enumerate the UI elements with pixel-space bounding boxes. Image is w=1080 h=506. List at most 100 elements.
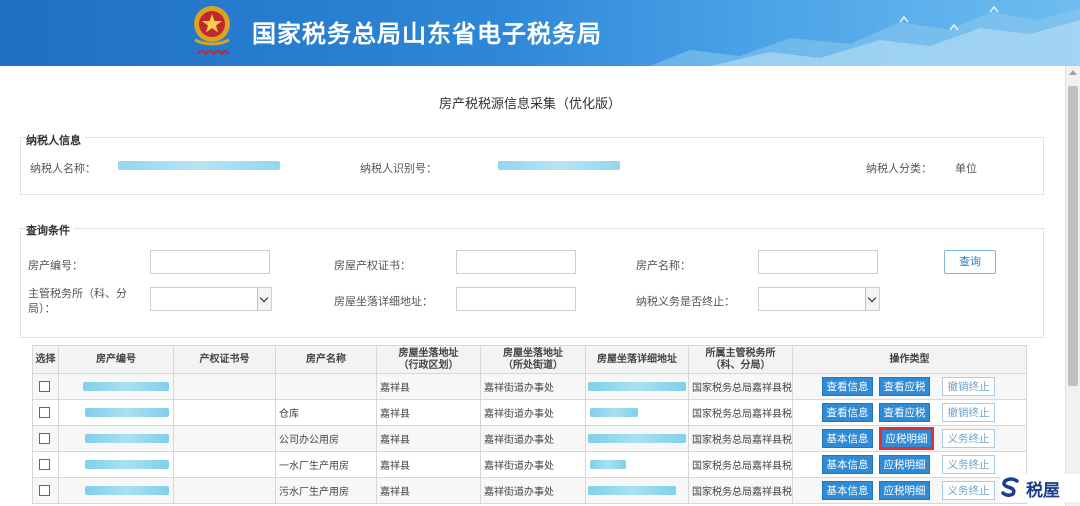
- office-cell: 国家税务总局嘉祥县税务: [688, 399, 793, 426]
- address-cell: [585, 477, 689, 504]
- col-address: 房屋坐落详细地址: [585, 345, 689, 374]
- chevron-down-icon[interactable]: [865, 288, 879, 310]
- name-cell: 污水厂生产用房: [275, 477, 377, 504]
- basic-info-button[interactable]: 基本信息: [822, 455, 873, 474]
- chevron-down-icon[interactable]: [257, 288, 271, 310]
- view-info-button[interactable]: 查看信息: [822, 377, 873, 396]
- address-cell: [585, 399, 689, 426]
- site-title: 国家税务总局山东省电子税务局: [252, 20, 602, 48]
- district-cell: 嘉祥县: [376, 425, 481, 452]
- property-no-label: 房产编号：: [28, 259, 83, 272]
- great-wall-background: [650, 5, 1080, 66]
- row-checkbox[interactable]: [39, 432, 50, 444]
- tax-office-label-line1: 主管税务所（科、分: [28, 287, 127, 300]
- property-no-cell: [58, 477, 174, 504]
- property-no-cell: [58, 425, 174, 452]
- header-banner: 国家税务总局山东省电子税务局: [0, 0, 1080, 66]
- taxpayer-section-label: 纳税人信息: [26, 132, 85, 148]
- terminate-obligation-button[interactable]: 义务终止: [942, 455, 995, 474]
- cert-input[interactable]: [456, 250, 576, 274]
- table-row: 公司办公用房 嘉祥县 嘉祥街道办事处 国家税务总局嘉祥县税务 基本信息 应税明细…: [32, 425, 1027, 452]
- revoke-termination-button[interactable]: 撤销终止: [942, 403, 995, 422]
- property-name-input[interactable]: [758, 250, 878, 274]
- row-checkbox-cell[interactable]: [32, 451, 59, 478]
- cert-no-cell: [173, 399, 276, 426]
- address-cell: [585, 451, 689, 478]
- table-header-row: 选择 房产编号 产权证书号 房产名称 房屋坐落地址 （行政区划） 房屋坐落地址 （所…: [32, 345, 1027, 374]
- name-cell: [275, 373, 377, 400]
- col-property-no: 房产编号: [58, 345, 174, 374]
- query-section-label: 查询条件: [26, 222, 74, 238]
- address-cell: [585, 425, 689, 452]
- cert-no-cell: [173, 451, 276, 478]
- row-checkbox-cell[interactable]: [32, 425, 59, 452]
- watermark-text: 税屋: [1026, 481, 1060, 501]
- name-cell: 仓库: [275, 399, 377, 426]
- taxpayer-category-value: 单位: [955, 162, 977, 175]
- taxable-details-button[interactable]: 应税明细: [879, 455, 930, 474]
- taxpayer-category-label: 纳税人分类：: [866, 162, 932, 175]
- revoke-termination-button[interactable]: 撤销终止: [942, 377, 995, 396]
- ops-cell: 基本信息 应税明细 义务终止: [792, 477, 1027, 504]
- tax-office-select[interactable]: [150, 287, 272, 311]
- row-checkbox-cell[interactable]: [32, 477, 59, 504]
- address-input[interactable]: [456, 287, 576, 311]
- taxable-details-button[interactable]: 应税明细: [879, 427, 934, 450]
- scroll-up-icon[interactable]: [1069, 70, 1077, 75]
- taxpayer-name-value: [118, 161, 280, 170]
- tax-emblem-logo: [194, 6, 230, 56]
- ops-cell: 查看信息 查看应税 撤销终止: [792, 399, 1027, 426]
- office-cell: 国家税务总局嘉祥县税务: [688, 451, 793, 478]
- tax-office-label-line2: 局）：: [28, 302, 56, 315]
- scrollbar-thumb[interactable]: [1068, 86, 1078, 386]
- table-row: 一水厂生产用房 嘉祥县 嘉祥街道办事处 国家税务总局嘉祥县税务 基本信息 应税明…: [32, 451, 1027, 478]
- terminate-obligation-button[interactable]: 义务终止: [942, 481, 995, 500]
- basic-info-button[interactable]: 基本信息: [822, 481, 873, 500]
- col-select: 选择: [32, 345, 59, 374]
- table-row: 仓库 嘉祥县 嘉祥街道办事处 国家税务总局嘉祥县税务 查看信息 查看应税 撤销终…: [32, 399, 1027, 426]
- row-checkbox[interactable]: [39, 380, 50, 392]
- table-row: 污水厂生产用房 嘉祥县 嘉祥街道办事处 国家税务总局嘉祥县税务 基本信息 应税明…: [32, 477, 1027, 504]
- vertical-scrollbar[interactable]: [1065, 66, 1080, 506]
- property-no-cell: [58, 399, 174, 426]
- col-cert-no: 产权证书号: [173, 345, 276, 374]
- ops-cell: 查看信息 查看应税 撤销终止: [792, 373, 1027, 400]
- search-button[interactable]: 查询: [944, 250, 996, 274]
- watermark-logo-icon: [1001, 477, 1019, 498]
- street-cell: 嘉祥街道办事处: [480, 373, 586, 400]
- terminated-select[interactable]: [758, 287, 880, 311]
- view-taxable-button[interactable]: 查看应税: [879, 377, 930, 396]
- col-street: 房屋坐落地址 （所处街道）: [480, 345, 586, 374]
- view-info-button[interactable]: 查看信息: [822, 403, 873, 422]
- table-row: 嘉祥县 嘉祥街道办事处 国家税务总局嘉祥县税务 查看信息 查看应税 撤销终止: [32, 373, 1027, 400]
- property-no-cell: [58, 451, 174, 478]
- row-checkbox[interactable]: [39, 484, 50, 496]
- terminate-obligation-button[interactable]: 义务终止: [942, 429, 995, 448]
- property-name-label: 房产名称：: [636, 259, 691, 272]
- street-cell: 嘉祥街道办事处: [480, 451, 586, 478]
- street-cell: 嘉祥街道办事处: [480, 477, 586, 504]
- name-cell: 一水厂生产用房: [275, 451, 377, 478]
- taxable-details-button[interactable]: 应税明细: [879, 481, 930, 500]
- query-conditions-panel: [20, 228, 1044, 338]
- col-district: 房屋坐落地址 （行政区划）: [376, 345, 481, 374]
- cert-no-cell: [173, 425, 276, 452]
- view-taxable-button[interactable]: 查看应税: [879, 403, 930, 422]
- taxpayer-name-label: 纳税人名称：: [30, 162, 96, 175]
- col-office: 所属主管税务所 （科、分局）: [688, 345, 793, 374]
- watermark: 税屋: [1000, 474, 1080, 502]
- row-checkbox[interactable]: [39, 406, 50, 418]
- taxpayer-id-value: [498, 161, 620, 170]
- row-checkbox-cell[interactable]: [32, 399, 59, 426]
- row-checkbox-cell[interactable]: [32, 373, 59, 400]
- col-name: 房产名称: [275, 345, 377, 374]
- basic-info-button[interactable]: 基本信息: [822, 429, 873, 448]
- property-table: 选择 房产编号 产权证书号 房产名称 房屋坐落地址 （行政区划） 房屋坐落地址 （所…: [32, 345, 1027, 504]
- street-cell: 嘉祥街道办事处: [480, 399, 586, 426]
- col-ops: 操作类型: [792, 345, 1027, 374]
- row-checkbox[interactable]: [39, 458, 50, 470]
- property-no-input[interactable]: [150, 250, 270, 274]
- district-cell: 嘉祥县: [376, 399, 481, 426]
- ops-cell: 基本信息 应税明细 义务终止: [792, 425, 1027, 452]
- district-cell: 嘉祥县: [376, 477, 481, 504]
